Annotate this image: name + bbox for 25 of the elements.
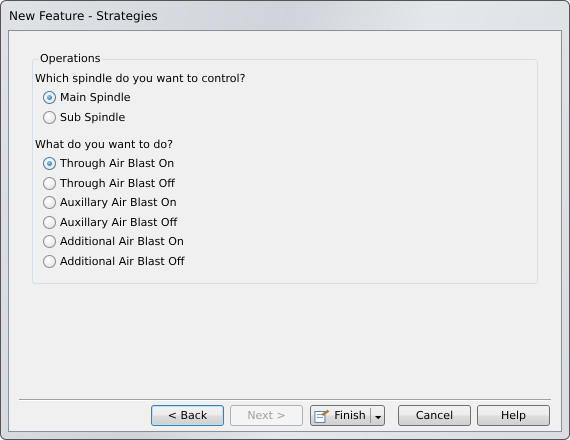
radio-button[interactable] bbox=[43, 176, 56, 190]
window-title: New Feature - Strategies bbox=[8, 8, 158, 22]
radio-button[interactable] bbox=[43, 196, 56, 210]
radio-button[interactable] bbox=[43, 216, 56, 229]
finish-button[interactable]: Finish bbox=[310, 405, 385, 426]
radio-button[interactable] bbox=[43, 91, 56, 104]
dialog-button[interactable]: Cancel bbox=[398, 405, 471, 426]
clipboard-icon bbox=[314, 408, 330, 424]
radio-option[interactable]: Main Spindle bbox=[35, 88, 131, 108]
question-label: Which spindle do you want to control? bbox=[35, 71, 246, 87]
radio-option[interactable]: Additional Air Blast Off bbox=[35, 252, 184, 271]
radio-button[interactable] bbox=[43, 254, 56, 268]
radio-option[interactable]: Additional Air Blast On bbox=[35, 232, 184, 252]
radio-option[interactable]: Sub Spindle bbox=[35, 108, 126, 127]
radio-button[interactable] bbox=[43, 235, 56, 248]
question-label: What do you want to do? bbox=[35, 137, 174, 153]
radio-option[interactable]: Auxillary Air Blast Off bbox=[35, 212, 178, 232]
radio-button[interactable] bbox=[43, 157, 56, 170]
radio-option[interactable]: Auxillary Air Blast On bbox=[35, 193, 177, 212]
dialog-button[interactable]: < Back bbox=[151, 405, 224, 426]
radio-button[interactable] bbox=[43, 110, 56, 124]
dialog-button[interactable]: Help bbox=[477, 405, 550, 426]
radio-option[interactable]: Through Air Blast Off bbox=[35, 174, 175, 193]
radio-option[interactable]: Through Air Blast On bbox=[35, 154, 174, 174]
group-title: Operations bbox=[38, 52, 102, 65]
